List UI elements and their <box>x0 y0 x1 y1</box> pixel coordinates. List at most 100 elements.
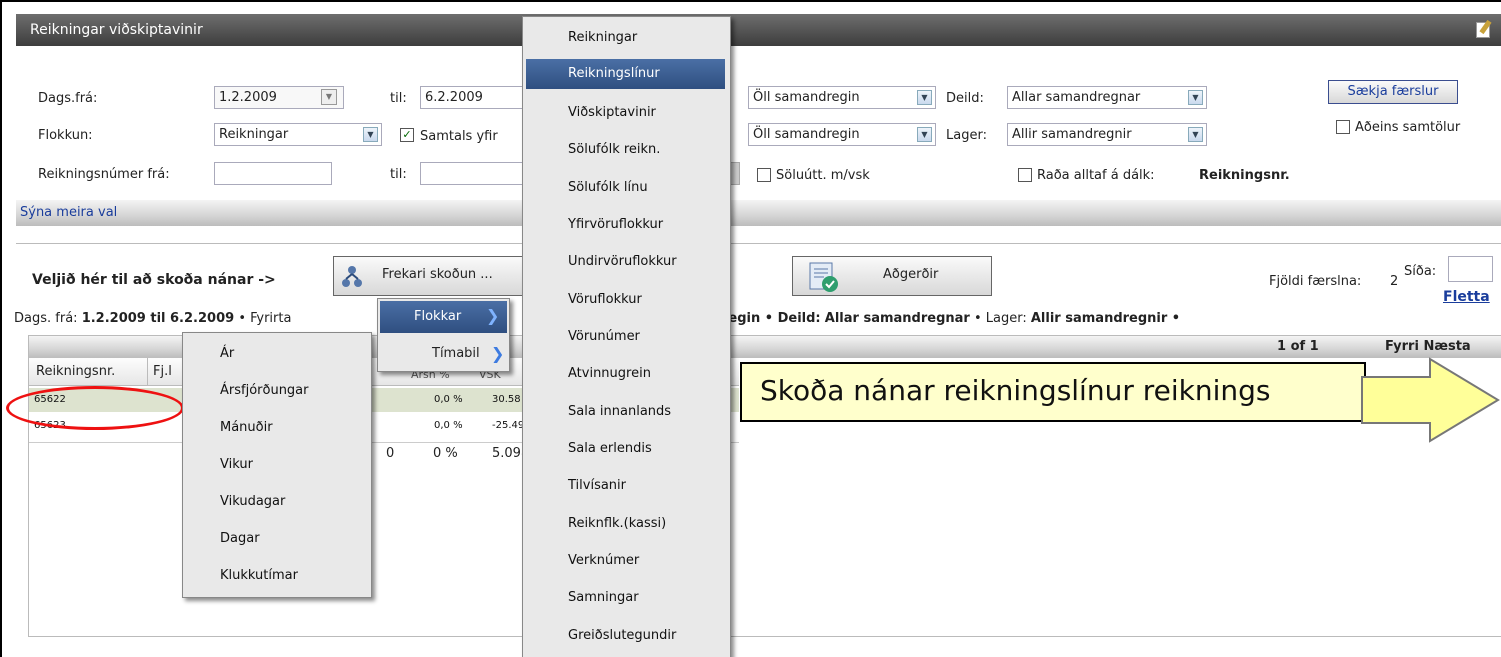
department-select[interactable]: Allar samandregnar ▼ <box>1007 86 1207 109</box>
highlight-oval <box>6 386 184 430</box>
menu-item-payment-types[interactable]: Greiðslutegundir <box>523 628 730 643</box>
date-to-value: 6.2.2009 <box>425 90 483 105</box>
department-select-value: Allar samandregnar <box>1012 90 1141 105</box>
date-from-label: Dags.frá: <box>38 91 98 106</box>
chevron-down-icon[interactable]: ▼ <box>363 127 378 142</box>
menu-item-year[interactable]: Ár <box>183 346 371 361</box>
menu-item-sub-product-group[interactable]: Undirvöruflokkur <box>523 254 730 269</box>
show-more-link[interactable]: Sýna meira val <box>20 205 117 220</box>
categories-menu: Reikningar Reikningslínur Viðskiptavinir… <box>522 16 731 657</box>
submenu-label-categories: Flokkar <box>414 309 462 324</box>
operations-button[interactable]: Aðgerðir <box>792 256 992 296</box>
menu-item-weekdays[interactable]: Vikudagar <box>183 494 371 509</box>
row-amount: -25.49 <box>492 420 525 431</box>
submenu-item-categories[interactable]: Flokkar ❯ <box>380 301 507 333</box>
row-pct: 0,0 % <box>434 420 463 431</box>
summary-prefix: Dags. frá: <box>14 311 78 326</box>
menu-item-customers[interactable]: Viðskiptavinir <box>523 105 730 120</box>
chevron-down-icon[interactable]: ▼ <box>1188 90 1203 105</box>
row-pct: 0,0 % <box>434 394 463 405</box>
time-period-menu: Ár Ársfjórðungar Mánuðir Vikur Vikudagar… <box>182 332 372 598</box>
date-from-value: 1.2.2009 <box>219 90 277 105</box>
menu-item-domestic-sales[interactable]: Sala innanlands <box>523 404 730 419</box>
grouping-label: Flokkun: <box>38 128 93 143</box>
summary-date-range: 1.2.2009 til 6.2.2009 <box>81 311 235 326</box>
document-check-icon <box>807 261 839 293</box>
menu-item-quarters[interactable]: Ársfjórðungar <box>183 383 371 398</box>
menu-item-industry[interactable]: Atvinnugrein <box>523 366 730 381</box>
chevron-right-icon: ❯ <box>486 306 500 325</box>
application-window: Reikningar viðskiptavinir Dags.frá: 1.2.… <box>0 0 1501 657</box>
menu-item-invoices[interactable]: Reikningar <box>523 30 730 45</box>
page-input[interactable] <box>1448 256 1493 282</box>
totals-checkbox-label: Samtals yfir <box>420 129 498 144</box>
menu-item-foreign-sales[interactable]: Sala erlendis <box>523 441 730 456</box>
menu-item-contracts[interactable]: Samningar <box>523 590 730 605</box>
drilldown-button[interactable]: Frekari skoðun ... <box>333 256 527 296</box>
menu-item-days[interactable]: Dagar <box>183 531 371 546</box>
invoice-from-label: Reikningsnúmer frá: <box>38 167 170 182</box>
chevron-down-icon[interactable]: ▼ <box>917 90 932 105</box>
summary-select-1[interactable]: Öll samandregin ▼ <box>748 86 936 109</box>
pager-nav[interactable]: Fyrri Næsta <box>1385 339 1471 354</box>
header-invoice[interactable]: Reikningsnr. <box>36 364 115 379</box>
menu-item-sales-staff-line[interactable]: Sölufólk línu <box>523 180 730 195</box>
menu-item-product-number[interactable]: Vörunúmer <box>523 329 730 344</box>
menu-item-cash-register[interactable]: Reiknflk.(kassi) <box>523 516 730 531</box>
invoice-to-input[interactable] <box>420 162 524 185</box>
window-title: Reikningar viðskiptavinir <box>30 22 203 38</box>
sales-vat-label: Söluútt. m/vsk <box>776 168 870 183</box>
edit-icon[interactable] <box>1476 22 1490 38</box>
sales-vat-checkbox[interactable] <box>757 168 771 182</box>
submenu-item-periods[interactable]: Tímabil ❯ <box>380 339 507 369</box>
summary-line-left: Dags. frá: 1.2.2009 til 6.2.2009 • Fyrir… <box>14 311 376 326</box>
only-totals-checkbox[interactable] <box>1336 120 1350 134</box>
summary-line-right: regin • Deild: Allar samandregnar • Lage… <box>722 311 1180 326</box>
window-titlebar: Reikningar viðskiptavinir <box>16 14 1501 46</box>
menu-item-hours[interactable]: Klukkutímar <box>183 568 371 583</box>
submenu-label-periods: Tímabil <box>432 346 480 361</box>
date-to-field[interactable]: 6.2.2009 <box>420 86 524 109</box>
chevron-down-icon[interactable]: ▼ <box>1188 127 1203 142</box>
chevron-right-icon: ❯ <box>491 344 505 363</box>
operations-button-label: Aðgerðir <box>883 267 939 282</box>
annotation-callout: Skoða nánar reikningslínur reiknings <box>740 362 1366 422</box>
totals-count: 0 <box>386 446 395 461</box>
record-count-label: Fjöldi færslna: <box>1269 274 1362 289</box>
sort-value: Reikningsnr. <box>1199 168 1290 183</box>
input-button-edge[interactable] <box>730 162 740 185</box>
drilldown-submenu: Flokkar ❯ Tímabil ❯ <box>377 298 510 372</box>
browse-link[interactable]: Fletta <box>1443 289 1490 305</box>
menu-item-references[interactable]: Tilvísanir <box>523 478 730 493</box>
date-to-label: til: <box>390 91 407 106</box>
chevron-down-icon[interactable]: ▼ <box>917 127 932 142</box>
pager-info: 1 of 1 <box>1277 339 1319 354</box>
warehouse-select[interactable]: Allir samandregnir ▼ <box>1007 123 1207 146</box>
annotation-arrow-icon <box>1361 357 1500 443</box>
invoice-from-input[interactable] <box>214 162 332 185</box>
grouping-select[interactable]: Reikningar ▼ <box>214 123 382 146</box>
menu-item-product-group[interactable]: Vöruflokkur <box>523 292 730 307</box>
warehouse-label: Lager: <box>946 128 987 143</box>
summary-warehouse: Allir samandregnir • <box>1030 311 1181 326</box>
drilldown-prompt: Veljið hér til að skoða nánar -> <box>32 272 276 288</box>
department-label: Deild: <box>946 91 984 106</box>
totals-checkbox[interactable]: ✓ <box>400 128 414 142</box>
drilldown-button-label: Frekari skoðun ... <box>382 267 493 282</box>
totals-pct: 0 % <box>433 446 458 461</box>
menu-item-months[interactable]: Mánuðir <box>183 420 371 435</box>
menu-item-sales-staff-invoice[interactable]: Sölufólk reikn. <box>523 142 730 157</box>
warehouse-select-value: Allir samandregnir <box>1012 127 1132 142</box>
menu-item-invoice-lines[interactable]: Reikningslínur <box>526 59 725 89</box>
header-count[interactable]: Fj.l <box>153 364 172 379</box>
date-from-field[interactable]: 1.2.2009 ▼ <box>214 86 344 109</box>
fetch-records-button[interactable]: Sækja færslur <box>1328 80 1458 104</box>
summary-select-2[interactable]: Öll samandregin ▼ <box>748 123 936 146</box>
menu-item-main-product-group[interactable]: Yfirvöruflokkur <box>523 217 730 232</box>
date-picker-icon[interactable]: ▼ <box>321 89 337 105</box>
menu-item-weeks[interactable]: Vikur <box>183 457 371 472</box>
menu-item-job-number[interactable]: Verknúmer <box>523 553 730 568</box>
sort-checkbox[interactable] <box>1018 168 1032 182</box>
only-totals-label: Aðeins samtölur <box>1355 120 1461 135</box>
divider <box>16 243 1501 244</box>
